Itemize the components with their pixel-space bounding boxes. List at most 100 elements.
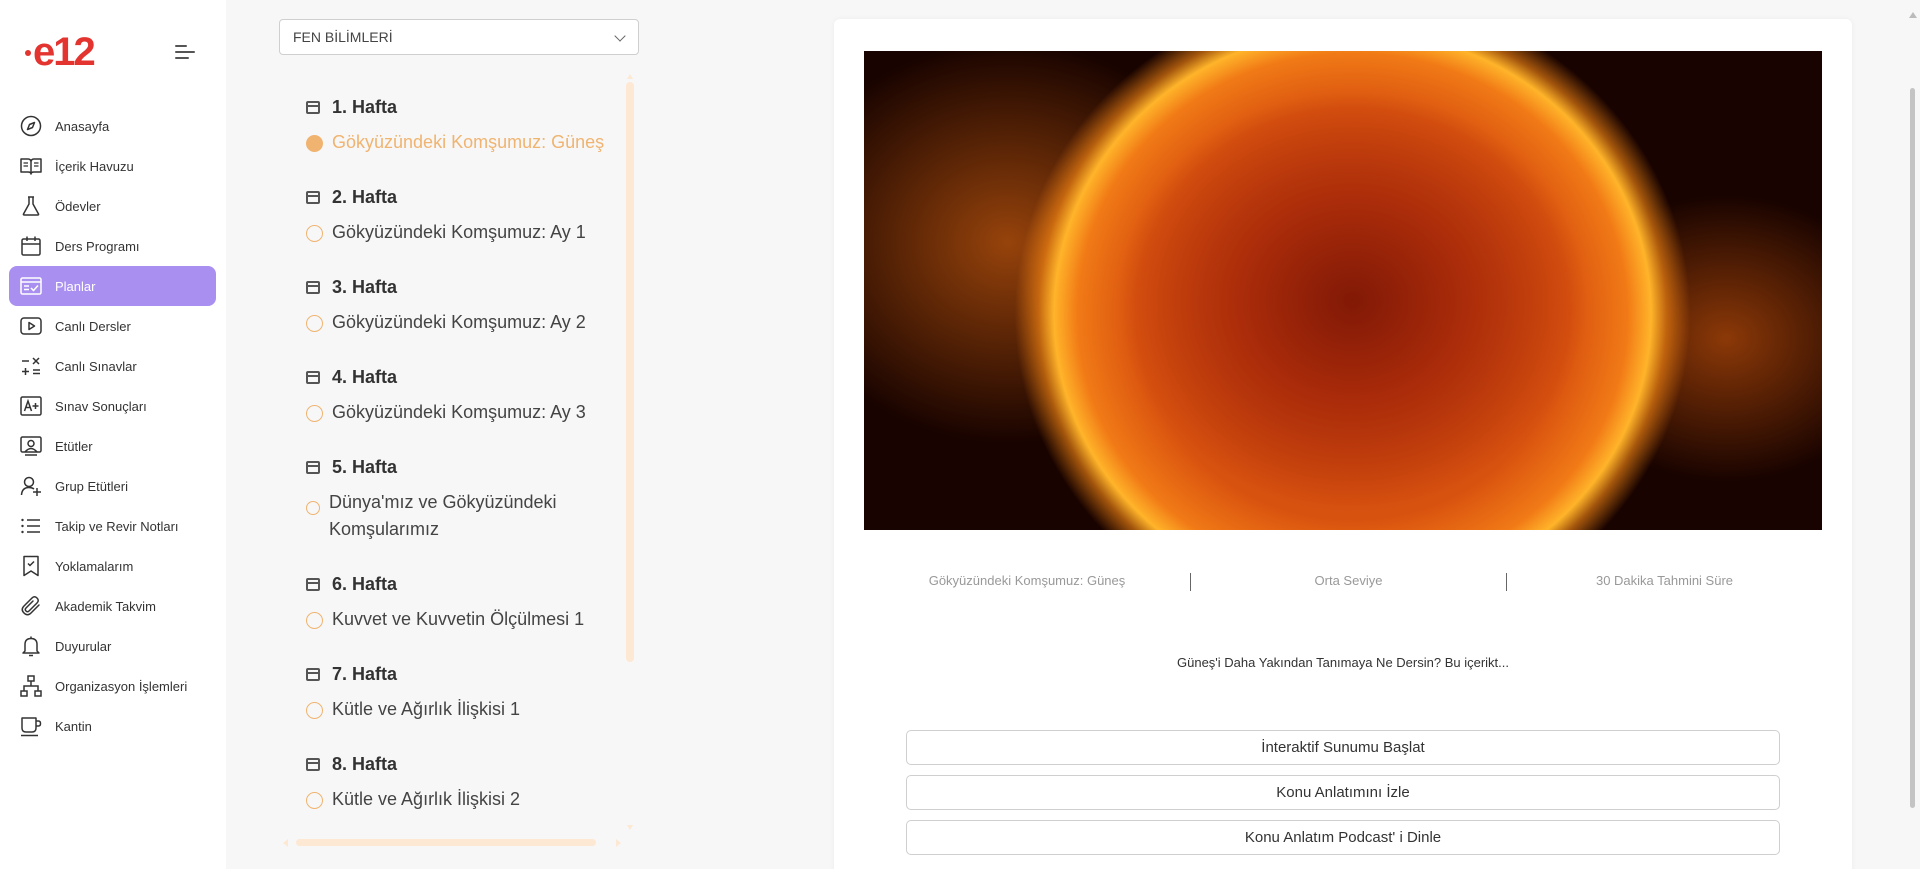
week-list-horizontal-scrollbar[interactable] — [296, 839, 596, 846]
week-item: 5. Hafta Dünya'mız ve Gökyüzündeki Komşu… — [306, 456, 636, 543]
subject-select[interactable]: FEN BİLİMLERİ — [279, 19, 639, 55]
scroll-left-arrow-icon[interactable] — [283, 839, 288, 847]
lesson-title: Gökyüzündeki Komşumuz: Ay 3 — [332, 402, 586, 422]
calendar-icon — [306, 757, 320, 771]
calendar-icon — [306, 280, 320, 294]
plan-panel: FEN BİLİMLERİ 1. Hafta Gökyüzündeki Komş… — [226, 0, 656, 869]
week-title: 7. Hafta — [332, 663, 398, 684]
sidebar-item-anasayfa[interactable]: Anasayfa — [9, 106, 216, 146]
watch-lecture-button[interactable]: Konu Anlatımını İzle — [906, 775, 1780, 810]
sidebar-item-label: Sınav Sonuçları — [55, 398, 147, 414]
lesson-status-icon — [306, 405, 323, 422]
lesson-status-icon — [306, 501, 320, 515]
week-title: 3. Hafta — [332, 276, 398, 297]
listen-podcast-button[interactable]: Konu Anlatım Podcast' i Dinle — [906, 820, 1780, 855]
sidebar-item-label: Takip ve Revir Notları — [55, 518, 179, 534]
sidebar-item-kantin[interactable]: Kantin — [9, 706, 216, 746]
lesson-item[interactable]: Kuvvet ve Kuvvetin Ölçülmesi 1 — [306, 609, 636, 633]
page-scrollbar[interactable] — [1910, 88, 1915, 808]
bell-icon — [19, 634, 43, 658]
lesson-cover-image — [864, 51, 1822, 530]
sidebar-item-odevler[interactable]: Ödevler — [9, 186, 216, 226]
scroll-down-arrow-icon[interactable] — [627, 825, 633, 830]
paperclip-icon — [19, 594, 43, 618]
e12-logo[interactable]: e12 — [25, 30, 120, 74]
logo-dot — [25, 50, 31, 56]
week-item: 4. Hafta Gökyüzündeki Komşumuz: Ay 3 — [306, 366, 636, 426]
lesson-description: Güneş'i Daha Yakından Tanımaya Ne Dersin… — [1177, 655, 1509, 670]
sidebar-item-label: Planlar — [55, 278, 96, 294]
scroll-up-arrow-icon[interactable] — [627, 74, 633, 79]
sidebar-item-etutler[interactable]: Etütler — [9, 426, 216, 466]
sidebar-item-takip-revir[interactable]: Takip ve Revir Notları — [9, 506, 216, 546]
lesson-item[interactable]: Gökyüzündeki Komşumuz: Ay 3 — [306, 402, 636, 426]
menu-toggle-icon[interactable] — [175, 43, 195, 61]
lesson-title: Dünya'mız ve Gökyüzündeki Komşularımız — [329, 492, 557, 539]
week-item: 3. Hafta Gökyüzündeki Komşumuz: Ay 2 — [306, 276, 636, 336]
cup-icon — [19, 714, 43, 738]
lesson-status-icon — [306, 225, 323, 242]
calendar-icon — [306, 460, 320, 474]
start-interactive-presentation-button[interactable]: İnteraktif Sunumu Başlat — [906, 730, 1780, 765]
page-scroll-up-icon[interactable] — [1909, 12, 1917, 18]
lesson-status-icon — [306, 702, 323, 719]
sidebar-item-label: Ödevler — [55, 198, 101, 214]
lesson-title: Gökyüzündeki Komşumuz: Ay 2 — [332, 312, 586, 332]
lesson-title: Gökyüzündeki Komşumuz: Ay 1 — [332, 222, 586, 242]
lesson-item[interactable]: Kütle ve Ağırlık İlişkisi 2 — [306, 789, 636, 813]
open-book-icon — [19, 154, 43, 178]
week-item: 8. Hafta Kütle ve Ağırlık İlişkisi 2 — [306, 753, 636, 813]
sidebar-item-canli-sinavlar[interactable]: Canlı Sınavlar — [9, 346, 216, 386]
bookmark-check-icon — [19, 554, 43, 578]
sidebar-item-label: Canlı Dersler — [55, 318, 131, 334]
sidebar-item-canli-dersler[interactable]: Canlı Dersler — [9, 306, 216, 346]
calendar-icon — [306, 370, 320, 384]
sidebar-item-duyurular[interactable]: Duyurular — [9, 626, 216, 666]
calendar-icon — [306, 190, 320, 204]
sidebar-item-organizasyon[interactable]: Organizasyon İşlemleri — [9, 666, 216, 706]
sidebar-item-label: Canlı Sınavlar — [55, 358, 137, 374]
calendar-icon — [19, 234, 43, 258]
lesson-title: Kütle ve Ağırlık İlişkisi 1 — [332, 699, 521, 719]
sidebar-item-label: Anasayfa — [55, 118, 110, 134]
lesson-item[interactable]: Kütle ve Ağırlık İlişkisi 1 — [306, 699, 636, 723]
week-title: 6. Hafta — [332, 573, 398, 594]
week-list-vertical-scrollbar[interactable] — [626, 82, 634, 662]
sidebar-item-grup-etutleri[interactable]: Grup Etütleri — [9, 466, 216, 506]
calendar-icon — [306, 667, 320, 681]
week-title: 8. Hafta — [332, 753, 398, 774]
user-plus-icon — [19, 474, 43, 498]
sidebar-item-label: Grup Etütleri — [55, 478, 128, 494]
lesson-item[interactable]: Gökyüzündeki Komşumuz: Ay 1 — [306, 222, 636, 246]
week-item: 1. Hafta Gökyüzündeki Komşumuz: Güneş — [306, 96, 636, 156]
sidebar-item-sinav-sonuclari[interactable]: Sınav Sonuçları — [9, 386, 216, 426]
week-title: 4. Hafta — [332, 366, 398, 387]
sidebar-item-label: Etütler — [55, 438, 93, 454]
content-card: Gökyüzündeki Komşumuz: Güneş Orta Seviye… — [834, 19, 1852, 869]
lesson-meta: Gökyüzündeki Komşumuz: Güneş Orta Seviye… — [864, 573, 1822, 593]
logo-text: e12 — [33, 30, 96, 74]
week-list: 1. Hafta Gökyüzündeki Komşumuz: Güneş 2.… — [306, 96, 646, 816]
study-icon — [19, 434, 43, 458]
lesson-level: Orta Seviye — [1314, 573, 1383, 588]
lesson-topic: Gökyüzündeki Komşumuz: Güneş — [928, 573, 1126, 588]
week-title: 5. Hafta — [332, 456, 398, 477]
week-title: 1. Hafta — [332, 96, 398, 117]
lesson-item[interactable]: Gökyüzündeki Komşumuz: Ay 2 — [306, 312, 636, 336]
sidebar-item-yoklamalarim[interactable]: Yoklamalarım — [9, 546, 216, 586]
lesson-item[interactable]: Dünya'mız ve Gökyüzündeki Komşularımız — [306, 492, 636, 543]
lesson-title: Kütle ve Ağırlık İlişkisi 2 — [332, 789, 521, 809]
sidebar-item-akademik-takvim[interactable]: Akademik Takvim — [9, 586, 216, 626]
subject-select-value: FEN BİLİMLERİ — [293, 29, 393, 45]
sidebar-item-planlar[interactable]: Planlar — [9, 266, 216, 306]
week-title: 2. Hafta — [332, 186, 398, 207]
lesson-status-icon — [306, 612, 323, 629]
play-icon — [19, 314, 43, 338]
lesson-status-icon — [306, 792, 323, 809]
scroll-right-arrow-icon[interactable] — [616, 839, 621, 847]
lesson-item[interactable]: Gökyüzündeki Komşumuz: Güneş — [306, 132, 636, 156]
compass-icon — [19, 114, 43, 138]
sidebar-item-label: İçerik Havuzu — [55, 158, 134, 174]
sidebar-item-ders-programi[interactable]: Ders Programı — [9, 226, 216, 266]
sidebar-item-icerik-havuzu[interactable]: İçerik Havuzu — [9, 146, 216, 186]
